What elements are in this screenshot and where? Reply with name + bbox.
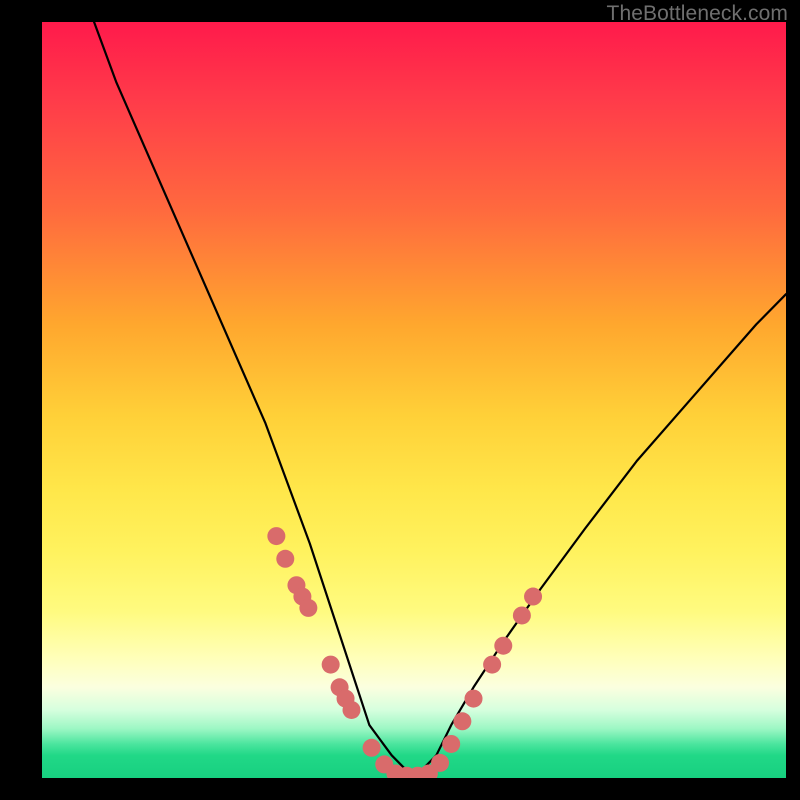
left-arm-markers-point	[363, 739, 381, 757]
right-arm-markers-point	[442, 735, 460, 753]
left-arm-markers-point	[267, 527, 285, 545]
left-arm-markers-point	[343, 701, 361, 719]
left-arm-markers-point	[322, 656, 340, 674]
chart-stage: TheBottleneck.com	[0, 0, 800, 800]
series-lines	[94, 22, 786, 778]
curve-layer	[42, 22, 786, 778]
right-arm-markers-point	[465, 690, 483, 708]
left-arm-markers-point	[299, 599, 317, 617]
watermark-text: TheBottleneck.com	[607, 2, 788, 26]
chart-svg	[42, 22, 786, 778]
right-arm-markers-point	[494, 637, 512, 655]
right-arm-markers-point	[431, 754, 449, 772]
right-arm-markers-point	[483, 656, 501, 674]
bottleneck-curve	[94, 22, 786, 778]
right-arm-markers-point	[453, 712, 471, 730]
left-arm-markers-point	[276, 550, 294, 568]
right-arm-markers-point	[524, 588, 542, 606]
right-arm-markers-point	[513, 606, 531, 624]
plot-area	[42, 22, 786, 778]
series-markers	[267, 527, 542, 778]
